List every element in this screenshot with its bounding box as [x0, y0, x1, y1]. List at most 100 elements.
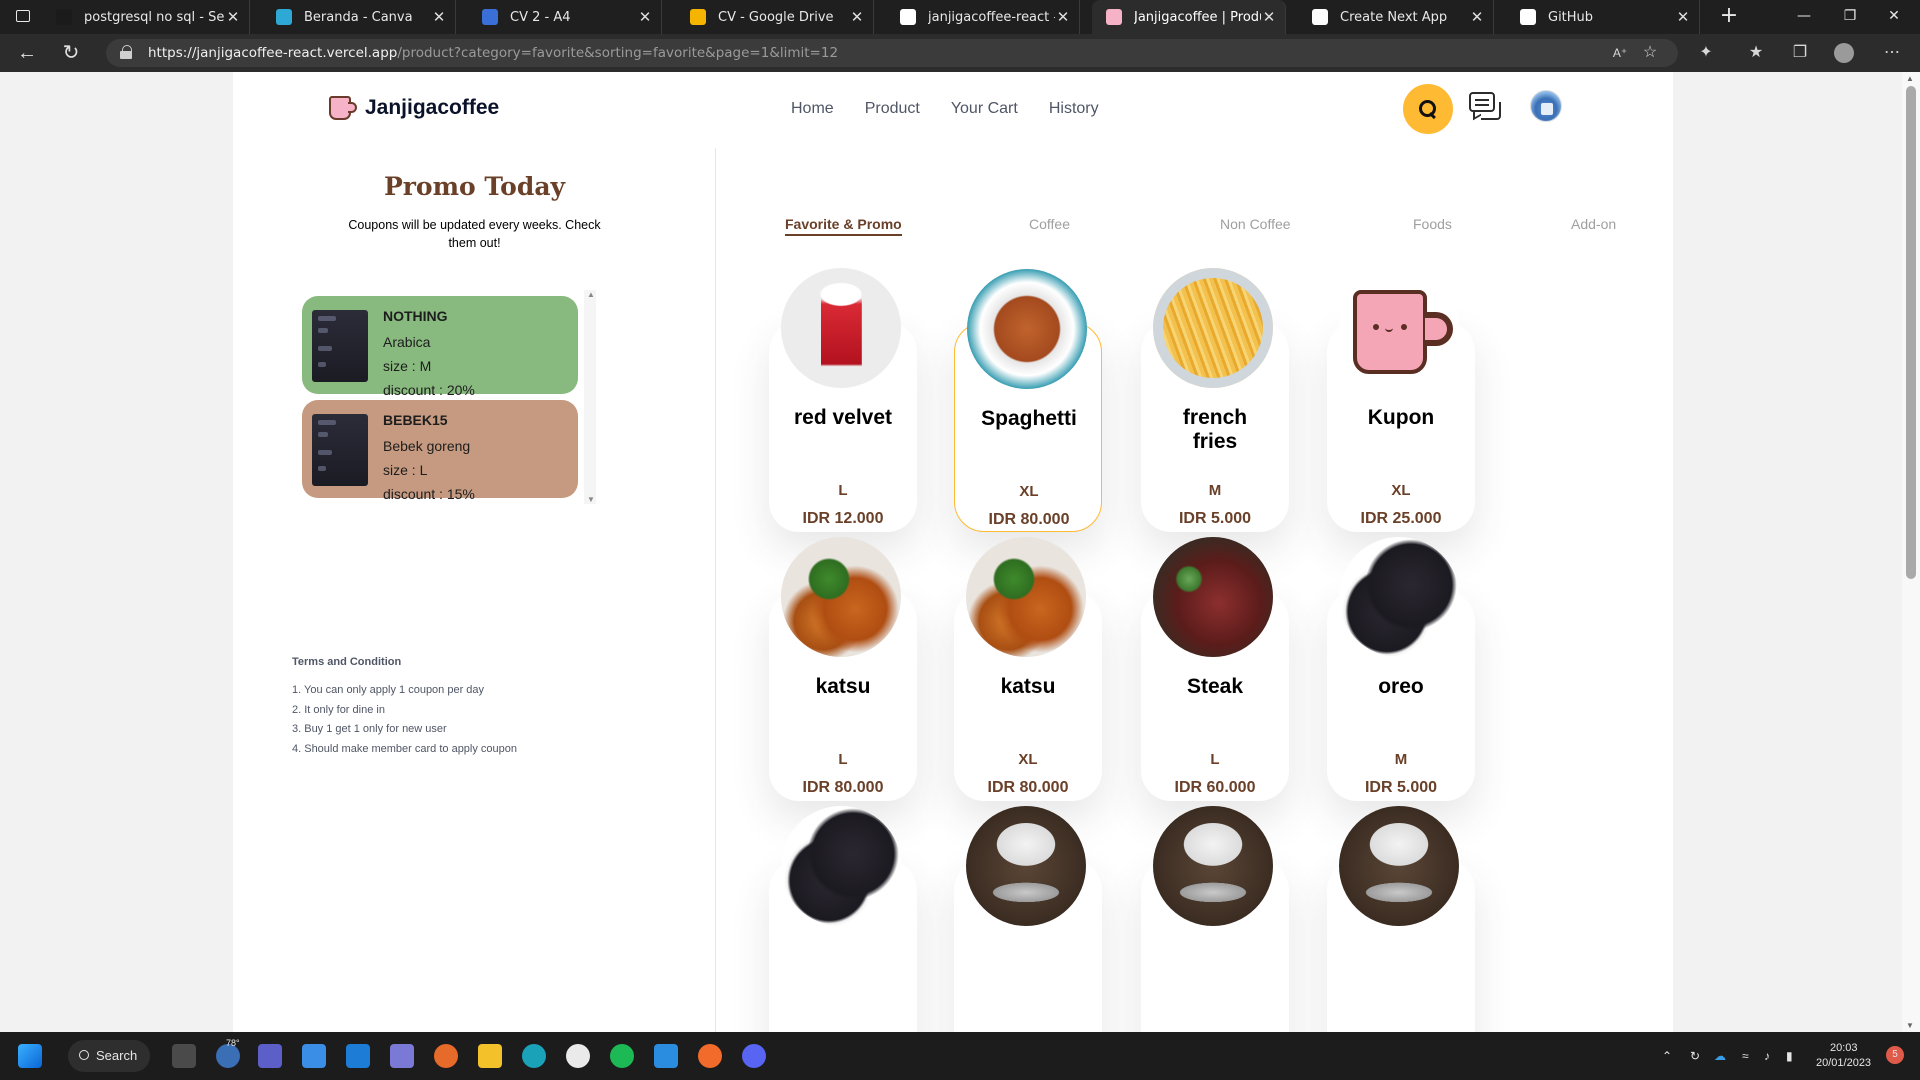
url-field[interactable]: https://janjigacoffee-react.vercel.app/p…	[106, 39, 1678, 67]
chat-icon[interactable]	[1469, 92, 1501, 122]
product-card[interactable]: Kupon XL IDR 25.000	[1327, 268, 1475, 532]
tab-close-icon[interactable]: ✕	[225, 8, 241, 26]
tab-close-icon[interactable]: ✕	[637, 8, 653, 26]
sync-icon[interactable]: ↻	[1690, 1032, 1700, 1080]
product-name: Kupon	[1367, 406, 1435, 429]
github-desktop-icon[interactable]	[566, 1044, 590, 1068]
browser-tab[interactable]: postgresql no sql - Search✕	[42, 0, 250, 34]
wifi-icon[interactable]: ≈	[1742, 1032, 1749, 1080]
tab-close-icon[interactable]: ✕	[1675, 8, 1691, 26]
product-name: Steak	[1186, 675, 1244, 698]
battery-icon[interactable]: ▮	[1786, 1032, 1793, 1080]
tab-close-icon[interactable]: ✕	[1055, 8, 1071, 26]
search-button[interactable]	[1403, 84, 1453, 134]
product-card[interactable]: katsu XL IDR 80.000	[954, 537, 1102, 801]
product-card[interactable]: red velvet L IDR 12.000	[769, 268, 917, 532]
teams-icon[interactable]	[258, 1044, 282, 1068]
collections-icon[interactable]: ❐	[1790, 43, 1810, 63]
tab-title: janjigacoffee-react – Overv	[928, 9, 1055, 25]
app-icon[interactable]	[390, 1044, 414, 1068]
product-card[interactable]	[1141, 806, 1289, 1032]
browser-tab[interactable]: GitHub ✕	[1506, 0, 1700, 34]
more-menu-icon[interactable]: ⋯	[1882, 43, 1902, 63]
store-icon[interactable]	[302, 1044, 326, 1068]
browser-tab[interactable]: Create Next App ✕	[1298, 0, 1494, 34]
avatar[interactable]	[1530, 90, 1562, 122]
browser-tab[interactable]: CV 2 - A4 ✕	[468, 0, 662, 34]
katsu-image	[781, 537, 901, 657]
product-card[interactable]: oreo M IDR 5.000	[1327, 537, 1475, 801]
coffee-dripper-image	[966, 806, 1086, 926]
discord-icon[interactable]	[742, 1044, 766, 1068]
browser-tab[interactable]: Janjigacoffee | Product✕	[1092, 0, 1286, 34]
tab-favicon-icon	[1106, 9, 1122, 25]
volume-icon[interactable]: ♪	[1764, 1032, 1770, 1080]
browser-window: postgresql no sql - Search✕Beranda - Can…	[0, 0, 1920, 1032]
tab-close-icon[interactable]: ✕	[431, 8, 447, 26]
product-size: XL	[1018, 751, 1038, 768]
browser-tab[interactable]: Beranda - Canva ✕	[262, 0, 456, 34]
coupon-scrollbar[interactable]: ▲ ▼	[584, 290, 596, 504]
coupon-card[interactable]: BEBEK15 Bebek goreng size : L discount :…	[302, 400, 578, 502]
tab-title: postgresql no sql - Search	[84, 9, 225, 25]
refresh-icon[interactable]: ↻	[60, 42, 82, 64]
tab-close-icon[interactable]: ✕	[1469, 8, 1485, 26]
firefox-icon[interactable]	[434, 1044, 458, 1068]
promo-panel: Promo Today Coupons will be updated ever…	[233, 148, 716, 1032]
site-container: Janjigacoffee Home Product Your Cart His…	[233, 72, 1673, 1032]
favorite-star-icon[interactable]: ☆	[1640, 43, 1660, 63]
chevron-up-icon[interactable]: ⌃	[1662, 1032, 1672, 1080]
nav-history[interactable]: History	[1049, 100, 1099, 118]
new-tab-button[interactable]: +	[1716, 4, 1742, 30]
coupon-card[interactable]: NOTHING Arabica size : M discount : 20%	[302, 296, 578, 398]
onedrive-icon[interactable]: ☁	[1714, 1032, 1726, 1080]
product-card[interactable]: Steak L IDR 60.000	[1141, 537, 1289, 801]
windows-start-icon[interactable]	[18, 1044, 42, 1068]
product-size: L	[838, 482, 848, 499]
spotify-icon[interactable]	[610, 1044, 634, 1068]
terms-title: Terms and Condition	[292, 656, 402, 668]
nav-home[interactable]: Home	[791, 100, 834, 118]
task-view-icon[interactable]	[172, 1044, 196, 1068]
product-card[interactable]	[954, 806, 1102, 1032]
product-card[interactable]: french fries M IDR 5.000	[1141, 268, 1289, 532]
mail-icon[interactable]	[346, 1044, 370, 1068]
taskbar-search[interactable]: Search	[68, 1040, 150, 1072]
terms-item: 2. It only for dine in	[292, 703, 385, 716]
product-card[interactable]	[769, 806, 917, 1032]
spaghetti-image	[967, 269, 1087, 389]
read-aloud-icon[interactable]: A⁺	[1610, 43, 1630, 63]
tab-close-icon[interactable]: ✕	[849, 8, 865, 26]
nav-your-cart[interactable]: Your Cart	[951, 100, 1018, 118]
file-explorer-icon[interactable]	[478, 1044, 502, 1068]
product-name: oreo	[1378, 675, 1424, 698]
clock-date[interactable]: 20/01/2023	[1816, 1057, 1871, 1071]
coupon-product: Bebek goreng	[383, 438, 471, 454]
tab-actions-icon[interactable]	[10, 7, 38, 27]
browser-tab[interactable]: janjigacoffee-react – Overv✕	[886, 0, 1080, 34]
taskbar: Search 78° ⌃ ↻ ☁ ≈ ♪ ▮ 20:03 20/01/2023 …	[0, 1032, 1920, 1080]
brand-logo[interactable]: Janjigacoffee	[327, 94, 499, 122]
profile-icon[interactable]	[1834, 43, 1854, 63]
clock-time[interactable]: 20:03	[1830, 1042, 1858, 1056]
close-window-button[interactable]: ✕	[1866, 0, 1920, 34]
extensions-icon[interactable]: ✦	[1696, 43, 1716, 63]
product-card[interactable]	[1327, 806, 1475, 1032]
vscode-icon[interactable]	[654, 1044, 678, 1068]
back-icon[interactable]: ←	[16, 42, 38, 64]
coffee-dripper-image	[1339, 806, 1459, 926]
tab-title: Beranda - Canva	[304, 9, 413, 25]
steak-image	[1153, 537, 1273, 657]
postman-icon[interactable]	[698, 1044, 722, 1068]
nav-product[interactable]: Product	[865, 100, 920, 118]
edge-icon[interactable]	[522, 1044, 546, 1068]
notification-badge[interactable]: 5	[1886, 1046, 1904, 1064]
product-card[interactable]: Spaghetti XL IDR 80.000	[954, 269, 1102, 532]
tab-title: CV - Google Drive	[718, 9, 834, 25]
page-scrollbar[interactable]: ▲ ▼	[1902, 72, 1920, 1032]
tab-close-icon[interactable]: ✕	[1261, 8, 1277, 26]
favorites-icon[interactable]: ★	[1746, 43, 1766, 63]
tab-title: Janjigacoffee | Product	[1134, 9, 1261, 25]
product-card[interactable]: katsu L IDR 80.000	[769, 537, 917, 801]
browser-tab[interactable]: CV - Google Drive ✕	[676, 0, 874, 34]
